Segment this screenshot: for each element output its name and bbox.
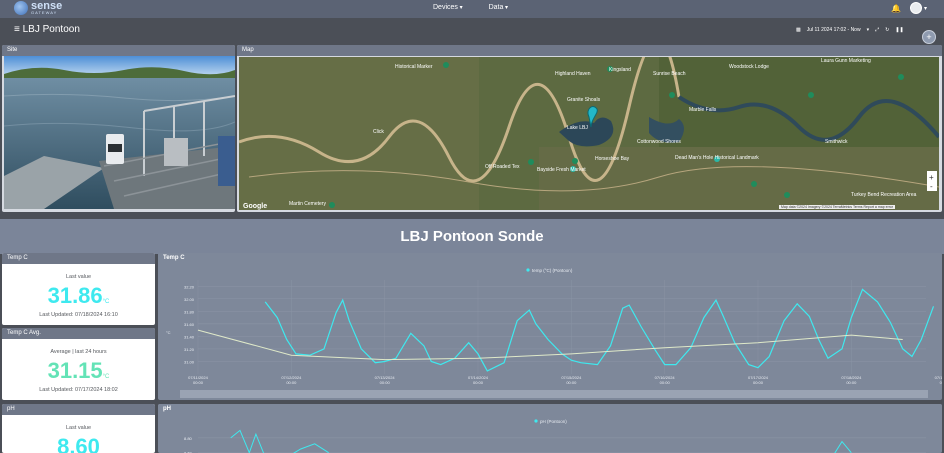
chevron-down-icon: ▾ bbox=[866, 27, 870, 33]
temp-stat-unit: °C bbox=[102, 299, 110, 305]
temp-avg-value: 31.15 bbox=[47, 358, 103, 383]
y-tick-label: 32.20 bbox=[184, 284, 195, 289]
satellite-map[interactable]: + - bbox=[239, 57, 939, 210]
section-title: LBJ Pontoon Sonde bbox=[0, 219, 944, 254]
temp-avg-title: Temp C Avg. bbox=[2, 328, 155, 339]
site-photo bbox=[4, 56, 235, 209]
add-widget-button[interactable]: + bbox=[922, 30, 936, 44]
y-tick-label: 31.60 bbox=[184, 322, 195, 327]
ph-stat-value: 8.60 bbox=[57, 434, 100, 453]
chevron-down-icon[interactable]: ▾ bbox=[924, 5, 927, 12]
temp-chart-title: Temp C bbox=[158, 253, 942, 264]
temp-stat-value-wrap: 31.86°C bbox=[2, 283, 155, 309]
user-avatar[interactable] bbox=[910, 2, 922, 14]
ph-stat-label: Last value bbox=[65, 425, 92, 431]
y-tick-label: 31.40 bbox=[184, 334, 195, 339]
temp-chart-panel: Temp C 32.20 32.00 31.80 31.60 31.40 31.20 31.… bbox=[158, 253, 942, 400]
x-tick-label: 00:00 bbox=[660, 380, 671, 385]
ph-chart[interactable]: 8.808.608.40pH (Pontoon) bbox=[158, 415, 942, 453]
y-tick-label: 31.00 bbox=[184, 359, 195, 364]
legend-label: temp (°C) (Pontoon) bbox=[532, 268, 573, 273]
x-tick-label: 00:00 bbox=[286, 380, 297, 385]
x-tick-label: 00:00 bbox=[193, 380, 204, 385]
expand-icon[interactable]: ⤢ bbox=[875, 27, 879, 33]
temp-avg-label: Average | last 24 hours bbox=[50, 349, 107, 355]
pause-icon[interactable]: ❚❚ bbox=[895, 27, 903, 33]
temp-avg-value-wrap: 31.15°C bbox=[2, 358, 155, 384]
top-navbar: sense GATEWAY Devices Data 🔔 ▾ bbox=[0, 0, 944, 18]
y-tick-label: 31.80 bbox=[184, 309, 195, 314]
map-panel-title: Map bbox=[237, 45, 942, 56]
x-tick-label: 00:00 bbox=[940, 380, 942, 385]
legend-label: pH (Pontoon) bbox=[540, 419, 567, 424]
temp-stat-label: Last value bbox=[65, 274, 92, 280]
y-tick-label: 31.20 bbox=[184, 347, 195, 352]
dashboard-header: ≡ LBJ Pontoon ▩ Jul 11 2024 17:02 - Now … bbox=[0, 18, 944, 44]
site-panel: Site bbox=[2, 45, 235, 212]
logo-globe-icon bbox=[14, 1, 28, 15]
y-axis-label: °C bbox=[166, 330, 171, 335]
temp-avg-unit: °C bbox=[102, 374, 110, 380]
time-range-text: Jul 11 2024 17:02 - Now bbox=[806, 27, 861, 33]
site-panel-title: Site bbox=[2, 45, 235, 56]
temp-chart[interactable]: 32.2032.0031.8031.6031.4031.2031.00°C07/… bbox=[158, 264, 942, 400]
x-tick-label: 00:00 bbox=[380, 380, 391, 385]
devices-menu[interactable]: Devices bbox=[433, 4, 463, 11]
ph-stat-title: pH bbox=[2, 404, 155, 415]
dashboard-title: ≡ LBJ Pontoon bbox=[14, 24, 80, 35]
y-tick-label: 8.80 bbox=[184, 436, 193, 441]
sense-logo[interactable]: sense GATEWAY bbox=[14, 1, 62, 15]
temp-avg-card: Temp C Avg. Average | last 24 hours 31.1… bbox=[2, 328, 155, 400]
data-menu[interactable]: Data bbox=[489, 4, 508, 11]
temp-stat-value: 31.86 bbox=[47, 283, 103, 308]
x-tick-label: 00:00 bbox=[566, 380, 577, 385]
y-tick-label: 32.00 bbox=[184, 297, 195, 302]
time-range-picker[interactable]: ▩ Jul 11 2024 17:02 - Now ▾ ⤢ ↻ ❚❚ bbox=[796, 27, 904, 33]
svg-text:+: + bbox=[929, 173, 934, 182]
x-tick-label: 00:00 bbox=[473, 380, 484, 385]
ph-series-line bbox=[230, 429, 852, 453]
temp-avg-updated: Last Updated: 07/17/2024 18:02 bbox=[39, 387, 118, 393]
ph-stat-card: pH Last value 8.60 bbox=[2, 404, 155, 453]
range-navigator bbox=[180, 390, 928, 398]
dashboard-title-text: LBJ Pontoon bbox=[22, 24, 80, 35]
svg-text:-: - bbox=[930, 182, 933, 191]
x-tick-label: 00:00 bbox=[846, 380, 857, 385]
x-tick-label: 00:00 bbox=[753, 380, 764, 385]
ph-chart-title: pH bbox=[158, 404, 942, 415]
legend-marker bbox=[534, 419, 538, 423]
ph-chart-panel: pH 8.808.608.40pH (Pontoon) bbox=[158, 404, 942, 453]
temp-stat-updated: Last Updated: 07/18/2024 16:10 bbox=[39, 312, 118, 318]
legend-marker bbox=[526, 268, 530, 272]
map-panel: Map + - bbox=[237, 45, 942, 212]
temp-stat-card: Temp C Last value 31.86°C Last Updated: … bbox=[2, 253, 155, 325]
calendar-icon: ▩ bbox=[796, 27, 801, 33]
temp-stat-title: Temp C bbox=[2, 253, 155, 264]
refresh-icon[interactable]: ↻ bbox=[885, 27, 889, 33]
menu-icon[interactable]: ≡ bbox=[14, 24, 20, 35]
bell-icon[interactable]: 🔔 bbox=[891, 4, 901, 13]
